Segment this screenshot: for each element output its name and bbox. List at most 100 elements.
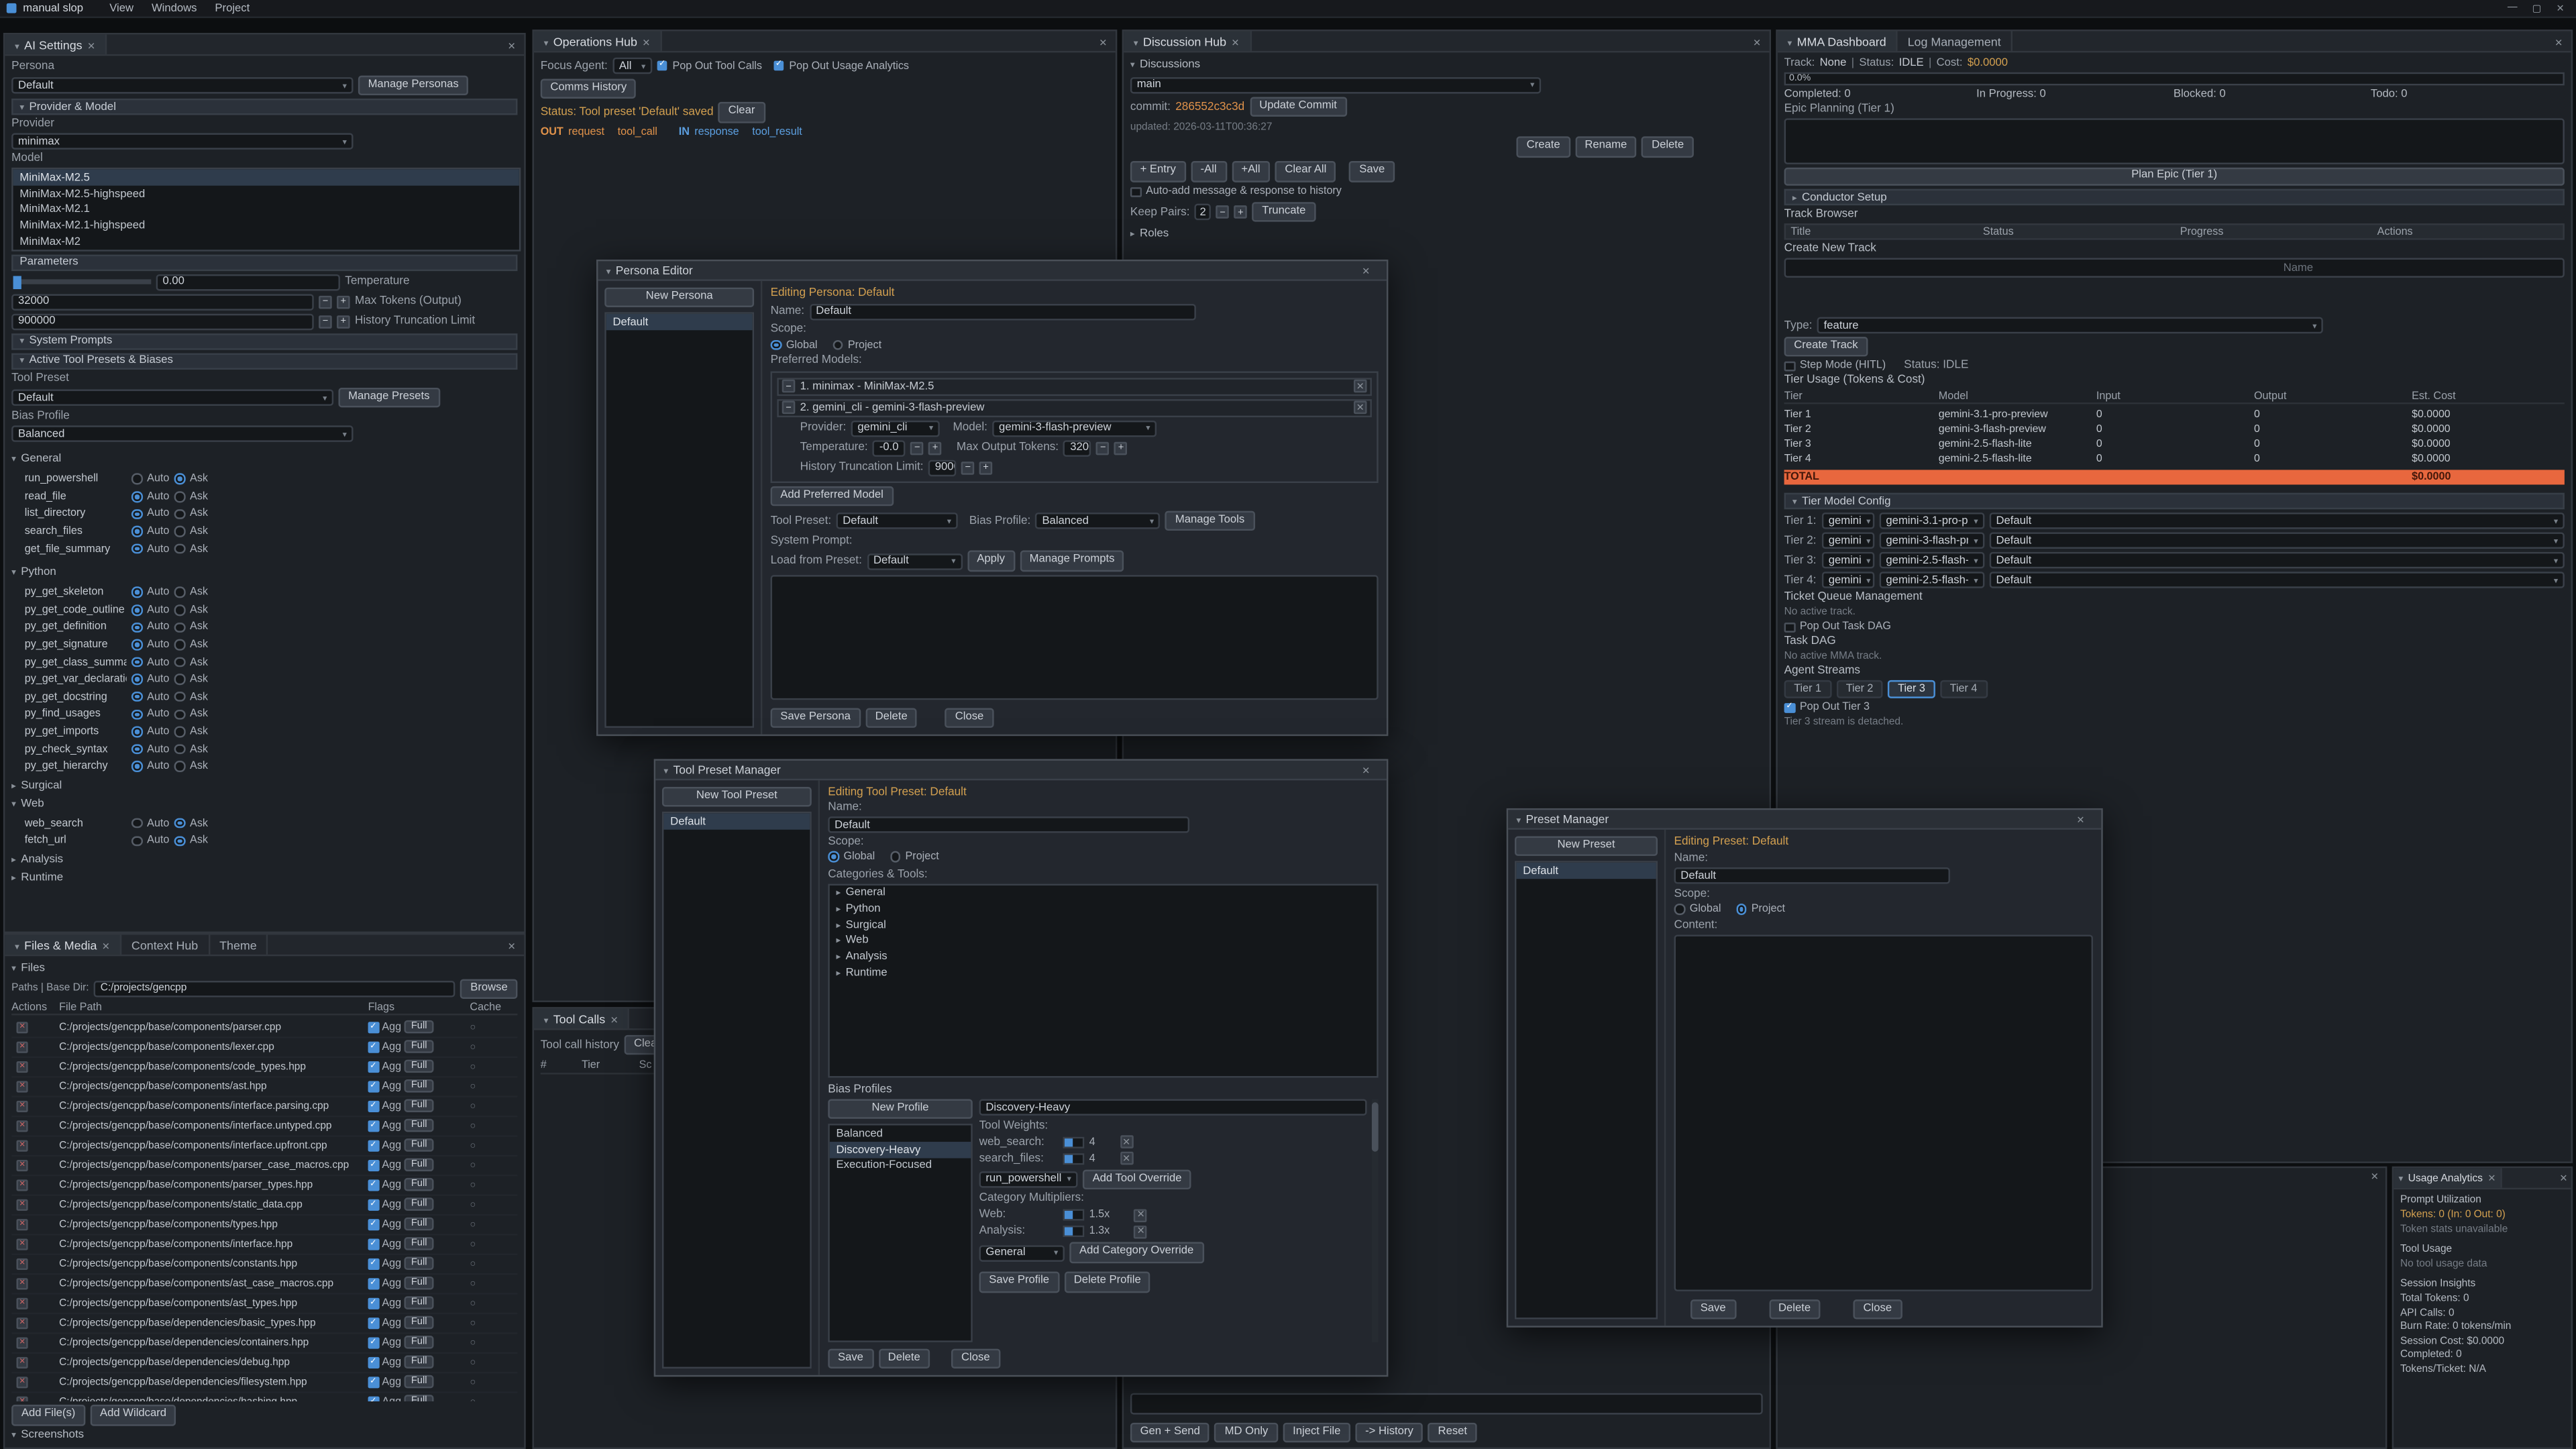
scope-project-radio[interactable] [833, 339, 843, 350]
temperature-input[interactable]: 0.00 [156, 274, 340, 290]
full-button[interactable]: Full [405, 1297, 433, 1310]
clear-status-button[interactable]: Clear [718, 103, 765, 123]
auto-radio[interactable] [131, 692, 142, 702]
agg-checkbox[interactable] [368, 1258, 379, 1269]
message-composer-input[interactable] [1130, 1393, 1763, 1415]
full-button[interactable]: Full [405, 1198, 433, 1212]
remove-weight-icon[interactable] [1120, 1152, 1133, 1165]
remove-file-icon[interactable] [16, 1397, 28, 1401]
weight-slider[interactable] [1063, 1152, 1084, 1164]
remove-file-icon[interactable] [16, 1377, 28, 1388]
delete-persona-button[interactable]: Delete [865, 707, 918, 728]
agg-checkbox[interactable] [368, 1357, 379, 1368]
remove-model-icon[interactable] [1354, 401, 1367, 415]
auto-radio[interactable] [131, 543, 142, 554]
remove-file-icon[interactable] [16, 1219, 28, 1230]
ask-radio[interactable] [174, 587, 185, 598]
ask-radio[interactable] [174, 622, 185, 633]
auto-radio[interactable] [131, 474, 142, 484]
category-override-select[interactable]: General [979, 1245, 1065, 1261]
remove-file-icon[interactable] [16, 1120, 28, 1132]
decrement-icon[interactable] [319, 315, 332, 329]
maximize-icon[interactable] [2532, 3, 2542, 14]
collapse-icon[interactable] [782, 401, 796, 415]
remove-file-icon[interactable] [16, 1298, 28, 1309]
persona-bias-select[interactable]: Balanced [1036, 513, 1161, 529]
cache-status-icon[interactable] [470, 1238, 517, 1250]
full-button[interactable]: Full [405, 1277, 433, 1291]
remove-file-icon[interactable] [16, 1160, 28, 1171]
full-button[interactable]: Full [405, 1040, 433, 1054]
model-list-item[interactable]: MiniMax-M2.5 [13, 170, 519, 186]
base-dir-input[interactable]: C:/projects/gencpp [94, 980, 455, 996]
full-button[interactable]: Full [405, 1159, 433, 1173]
add-entry-button[interactable]: + Entry [1130, 162, 1186, 182]
tier-preset-select[interactable]: Default [1990, 513, 2565, 529]
panel-close-icon[interactable] [2559, 1172, 2567, 1183]
discussions-group-header[interactable]: Discussions [1130, 58, 1763, 72]
bias-profile-item[interactable]: Discovery-Heavy [830, 1142, 971, 1158]
web-group-header[interactable]: Web [11, 797, 517, 812]
remove-file-icon[interactable] [16, 1042, 28, 1053]
reset-button[interactable]: Reset [1428, 1422, 1477, 1443]
tab-close-icon[interactable] [610, 1011, 619, 1026]
auto-radio[interactable] [131, 727, 142, 737]
pop-out-usage-checkbox[interactable] [773, 60, 784, 71]
roles-group-header[interactable]: Roles [1130, 227, 1763, 241]
auto-radio[interactable] [131, 622, 142, 633]
expand-all-button[interactable]: +All [1232, 162, 1271, 182]
ask-radio[interactable] [174, 674, 185, 685]
md-only-button[interactable]: MD Only [1215, 1422, 1278, 1443]
panel-close-icon[interactable] [508, 937, 516, 952]
auto-add-checkbox[interactable] [1130, 186, 1141, 197]
decrement-icon[interactable] [910, 441, 924, 455]
remove-multiplier-icon[interactable] [1134, 1209, 1148, 1222]
cache-status-icon[interactable] [470, 1357, 517, 1368]
ask-radio[interactable] [174, 761, 185, 772]
pop-out-dag-checkbox[interactable] [1784, 623, 1795, 633]
tab-files-media[interactable]: Files & Media [5, 934, 121, 954]
scrollbar[interactable] [1372, 1099, 1379, 1341]
auto-radio[interactable] [131, 761, 142, 772]
python-group-header[interactable]: Python [11, 566, 517, 580]
delete-preset-button[interactable]: Delete [1768, 1299, 1821, 1320]
close-preset-button[interactable]: Close [1854, 1299, 1902, 1320]
bias-profile-select[interactable]: Balanced [11, 426, 353, 442]
tier-model-config-header[interactable]: Tier Model Config [1784, 494, 2565, 510]
tool-preset-titlebar[interactable]: Tool Preset Manager [655, 761, 1387, 780]
tab-close-icon[interactable] [87, 37, 95, 52]
agg-checkbox[interactable] [368, 1279, 379, 1289]
cache-status-icon[interactable] [470, 1081, 517, 1092]
files-group-header[interactable]: Files [11, 961, 517, 976]
remove-weight-icon[interactable] [1120, 1135, 1133, 1148]
to-history-button[interactable]: -> History [1355, 1422, 1423, 1443]
tab-usage-analytics[interactable]: Usage Analytics [2394, 1168, 2502, 1187]
full-button[interactable]: Full [405, 1356, 433, 1370]
manage-personas-button[interactable]: Manage Personas [358, 76, 469, 97]
update-commit-button[interactable]: Update Commit [1250, 97, 1347, 117]
cache-status-icon[interactable] [470, 1377, 517, 1388]
screenshots-group-header[interactable]: Screenshots [11, 1428, 517, 1442]
tab-mma-dashboard[interactable]: MMA Dashboard [1778, 32, 1898, 51]
auto-radio[interactable] [131, 709, 142, 720]
ask-radio[interactable] [174, 639, 185, 650]
cache-status-icon[interactable] [470, 1219, 517, 1230]
keep-pairs-input[interactable]: 2 [1195, 204, 1211, 220]
ask-radio[interactable] [174, 727, 185, 737]
tab-theme[interactable]: Theme [209, 934, 268, 954]
category-item[interactable]: Surgical [830, 917, 1377, 933]
increment-icon[interactable] [337, 315, 350, 329]
preset-content-textarea[interactable] [1674, 934, 2093, 1291]
cache-status-icon[interactable] [470, 1140, 517, 1152]
cache-status-icon[interactable] [470, 1199, 517, 1211]
remove-file-icon[interactable] [16, 1022, 28, 1033]
parameters-header[interactable]: Parameters [11, 254, 517, 270]
model-list-item[interactable]: MiniMax-M2.5-highspeed [13, 186, 519, 202]
menu-project[interactable]: Project [207, 3, 258, 14]
ask-radio[interactable] [174, 657, 185, 667]
manage-presets-button[interactable]: Manage Presets [338, 388, 439, 409]
ask-radio[interactable] [174, 835, 185, 846]
cache-status-icon[interactable] [470, 1120, 517, 1132]
agg-checkbox[interactable] [368, 1042, 379, 1053]
menu-windows[interactable]: Windows [144, 3, 205, 14]
